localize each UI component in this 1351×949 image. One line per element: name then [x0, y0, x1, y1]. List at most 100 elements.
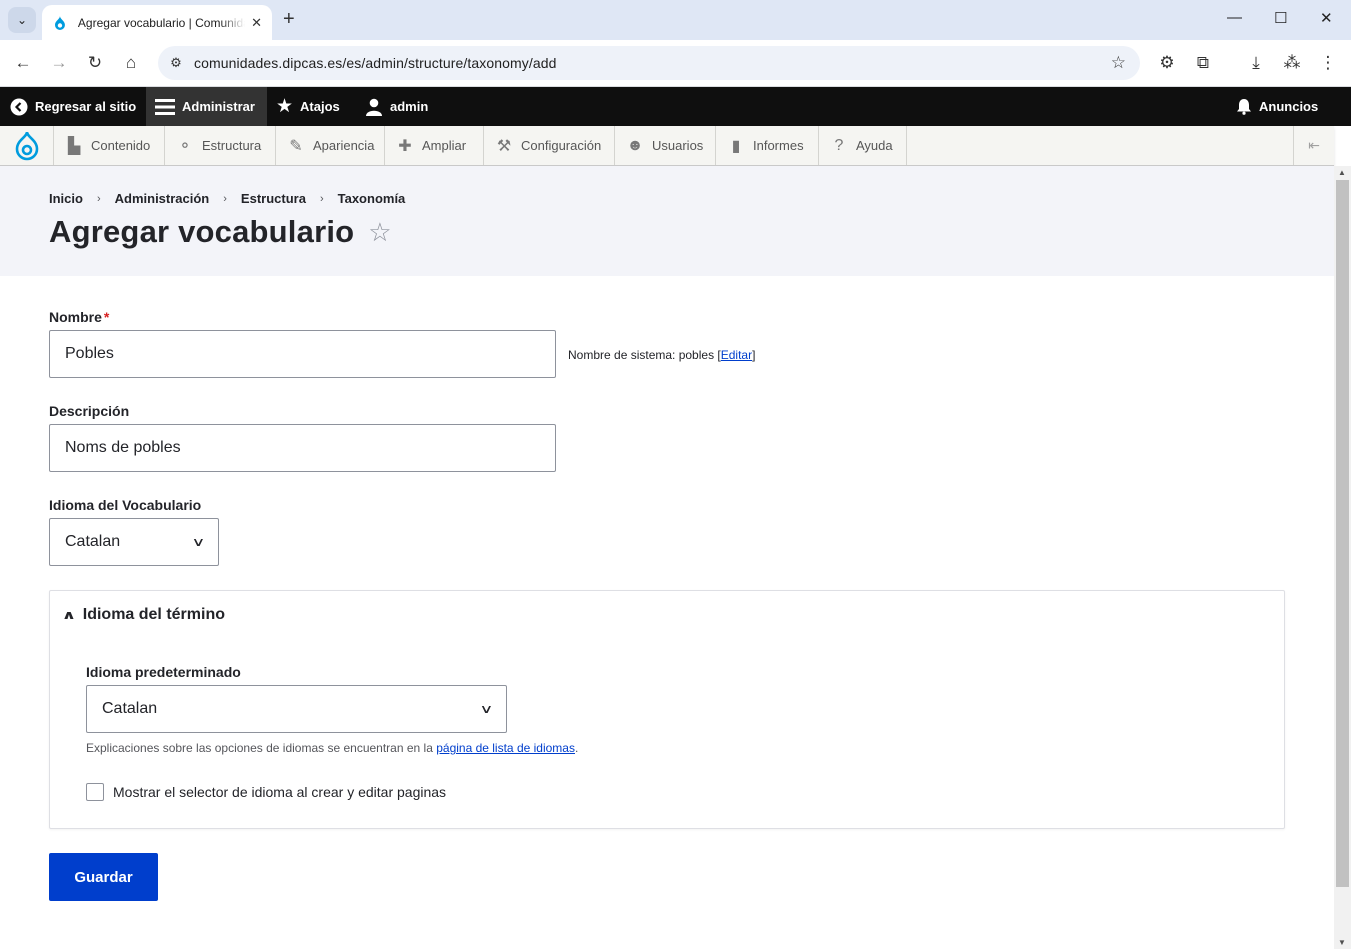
- description-input-value: Noms de pobles: [65, 439, 181, 456]
- back-to-site-link[interactable]: Regresar al sitio: [10, 87, 136, 126]
- shortcut-star-icon[interactable]: ☆: [368, 219, 391, 245]
- maximize-icon[interactable]: ☐: [1274, 9, 1287, 27]
- menu-item-label: Ampliar: [422, 138, 467, 153]
- menu-item-ayuda[interactable]: ? Ayuda: [819, 126, 907, 165]
- back-to-site-label: Regresar al sitio: [35, 99, 137, 114]
- back-arrow-circle-icon: [10, 98, 28, 115]
- required-marker: *: [103, 309, 110, 325]
- breadcrumb-link[interactable]: Estructura: [241, 191, 306, 206]
- shortcuts-tab[interactable]: ★ Atajos: [276, 87, 340, 126]
- menu-item-ampliar[interactable]: ✚ Ampliar: [385, 126, 484, 165]
- menu-item-usuarios[interactable]: ☻ Usuarios: [615, 126, 716, 165]
- back-icon[interactable]: ←: [12, 52, 34, 74]
- show-language-selector-label[interactable]: Mostrar el selector de idioma al crear y…: [113, 784, 446, 800]
- puzzle-extensions-icon[interactable]: ⧉: [1192, 52, 1214, 74]
- machine-name-text: Nombre de sistema: pobles: [568, 348, 718, 362]
- announcements-tab[interactable]: Anuncios: [1236, 87, 1318, 126]
- chevron-down-icon: ∨: [191, 535, 206, 549]
- star-icon: ★: [276, 96, 294, 117]
- description-label: Descripción: [49, 403, 130, 419]
- reload-icon[interactable]: ↻: [84, 52, 106, 74]
- scroll-thumb[interactable]: [1336, 180, 1349, 887]
- machine-name-edit-link[interactable]: Editar: [721, 348, 752, 362]
- manage-tab[interactable]: Administrar: [146, 87, 267, 126]
- menu-item-contenido[interactable]: ▙ Contenido: [54, 126, 165, 165]
- save-button[interactable]: Guardar: [49, 853, 158, 901]
- language-list-link[interactable]: página de lista de idiomas: [436, 741, 575, 755]
- vocabulary-language-select[interactable]: Catalan ∨: [49, 518, 219, 566]
- name-input-value: Pobles: [65, 345, 114, 362]
- menu-item-label: Apariencia: [313, 138, 375, 153]
- name-label-text: Nombre: [49, 309, 102, 325]
- forward-icon[interactable]: →: [48, 52, 70, 74]
- puzzle-icon: ✚: [398, 137, 412, 155]
- bar-chart-icon: ▮: [731, 137, 741, 155]
- collapse-tray-icon[interactable]: ⇤: [1293, 126, 1334, 165]
- default-language-description: Explicaciones sobre las opciones de idio…: [86, 741, 578, 755]
- menu-item-label: Contenido: [91, 138, 151, 153]
- admin-menu-tray: ▙ Contenido ⚬ Estructura ✎ Apariencia ✚ …: [0, 126, 1334, 166]
- home-icon[interactable]: ⌂: [120, 52, 142, 74]
- breadcrumb-separator-icon: ›: [319, 192, 324, 205]
- name-input[interactable]: Pobles: [49, 330, 556, 378]
- default-language-label: Idioma predeterminado: [86, 664, 241, 680]
- tab-title: Agregar vocabulario | Comunidades: [77, 15, 245, 30]
- drupal-logo-icon[interactable]: [0, 126, 54, 165]
- menu-item-label: Ayuda: [856, 138, 893, 153]
- hamburger-menu-icon: [155, 98, 175, 115]
- breadcrumb-separator-icon: ›: [223, 192, 227, 205]
- menu-item-apariencia[interactable]: ✎ Apariencia: [276, 126, 385, 165]
- browser-navigation-bar: ← → ↻ ⌂ ⚙ comunidades.dipcas.es/es/admin…: [0, 40, 1351, 87]
- more-menu-icon[interactable]: ⋮: [1317, 52, 1339, 74]
- name-label: Nombre *: [49, 309, 109, 325]
- bookmark-star-icon[interactable]: ☆: [1111, 53, 1126, 73]
- chevron-down-icon: ⌄: [16, 13, 28, 27]
- user-label: admin: [390, 99, 429, 114]
- show-language-selector-row: Mostrar el selector de idioma al crear y…: [86, 783, 446, 801]
- chevron-up-icon: ∧: [61, 608, 77, 622]
- announcements-label: Anuncios: [1259, 99, 1319, 114]
- default-language-select[interactable]: Catalan ∨: [86, 685, 507, 733]
- wrench-icon: ⚒: [496, 137, 512, 155]
- tab-search-button[interactable]: ⌄: [8, 7, 36, 33]
- close-window-icon[interactable]: ✕: [1320, 9, 1333, 27]
- close-tab-icon[interactable]: ✕: [251, 15, 262, 31]
- breadcrumb-link[interactable]: Administración: [115, 191, 210, 206]
- browser-tab[interactable]: Agregar vocabulario | Comunidades ✕: [42, 5, 272, 40]
- scroll-up-icon[interactable]: ▲: [1338, 168, 1346, 177]
- show-language-selector-checkbox[interactable]: [86, 783, 104, 801]
- menu-item-label: Usuarios: [652, 138, 704, 153]
- description-text: Explicaciones sobre las opciones de idio…: [86, 741, 437, 755]
- menu-item-configuracion[interactable]: ⚒ Configuración: [484, 126, 615, 165]
- menu-item-informes[interactable]: ▮ Informes: [716, 126, 819, 165]
- user-tab[interactable]: admin: [365, 87, 428, 126]
- paintbrush-icon: ✎: [289, 137, 303, 155]
- menu-item-estructura[interactable]: ⚬ Estructura: [165, 126, 276, 165]
- menu-item-label: Informes: [753, 138, 804, 153]
- document-icon: ▙: [67, 137, 81, 155]
- page-title: Agregar vocabulario: [49, 214, 355, 249]
- default-language-value: Catalan: [102, 700, 158, 717]
- admin-toolbar: Regresar al sitio Administrar ★ Atajos a…: [0, 87, 1351, 126]
- term-language-summary[interactable]: ∧ Idioma del término: [61, 606, 225, 624]
- menu-item-label: Configuración: [521, 138, 602, 153]
- description-suffix: .: [574, 741, 579, 755]
- help-icon: ?: [834, 136, 844, 154]
- new-tab-button[interactable]: +: [283, 9, 295, 29]
- drupal-favicon-icon: [54, 15, 65, 30]
- extension-icon[interactable]: ⚙: [1156, 52, 1178, 74]
- download-icon[interactable]: ⤓: [1245, 52, 1267, 74]
- breadcrumb-link[interactable]: Inicio: [49, 191, 83, 206]
- scroll-down-icon[interactable]: ▼: [1338, 938, 1346, 947]
- minimize-icon[interactable]: —: [1227, 9, 1242, 26]
- page-scrollbar[interactable]: ▲ ▼: [1334, 166, 1351, 949]
- address-bar[interactable]: ⚙ comunidades.dipcas.es/es/admin/structu…: [158, 46, 1140, 80]
- sitemap-icon: ⚬: [178, 137, 192, 155]
- term-language-summary-text: Idioma del término: [82, 606, 225, 623]
- profile-icon[interactable]: ⁂: [1281, 52, 1303, 74]
- browser-tab-bar: ⌄ Agregar vocabulario | Comunidades ✕ + …: [0, 0, 1351, 40]
- breadcrumb-link[interactable]: Taxonomía: [338, 191, 406, 206]
- site-info-icon[interactable]: ⚙: [166, 55, 186, 71]
- description-input[interactable]: Noms de pobles: [49, 424, 556, 472]
- user-icon: [366, 98, 382, 116]
